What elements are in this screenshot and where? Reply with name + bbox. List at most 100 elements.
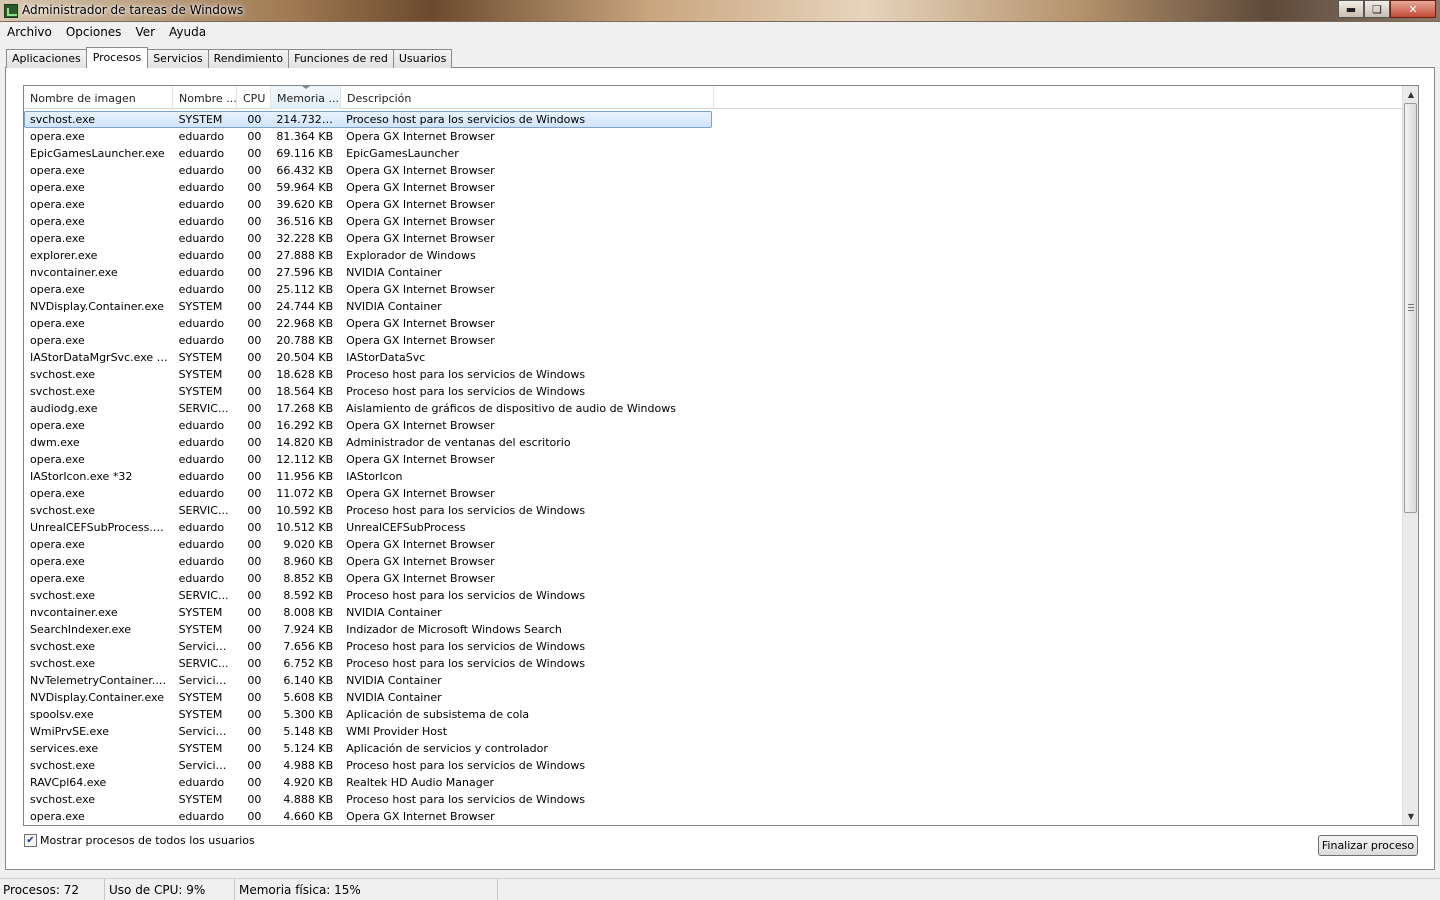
column-filler [714, 86, 1404, 109]
table-row[interactable]: IAStorIcon.exe *32 eduardo 00 11.956 KB IASt… [24, 468, 1404, 485]
table-row[interactable]: opera.exe eduardo 00 22.968 KB Opera GX Inte… [24, 315, 1404, 332]
cell-memory: 24.744 KB [276, 300, 334, 313]
process-list[interactable]: Nombre de imagen Nombre ... CPU Memoria … [23, 85, 1419, 826]
cell-cpu: 00 [247, 300, 262, 313]
table-row[interactable]: opera.exe eduardo 00 25.112 KB Opera GX Inte… [24, 281, 1404, 298]
cell-cpu: 00 [247, 351, 262, 364]
menu-ayuda[interactable]: Ayuda [162, 23, 213, 42]
cell-cpu: 00 [247, 793, 262, 806]
menu-ver[interactable]: Ver [128, 23, 162, 42]
table-row[interactable]: dwm.exe eduardo 00 14.820 KB Administrador d… [24, 434, 1404, 451]
table-row[interactable]: opera.exe eduardo 00 16.292 KB Opera GX Inte… [24, 417, 1404, 434]
column-description[interactable]: Descripción [341, 86, 714, 109]
cell-image-name: svchost.exe [30, 793, 96, 806]
table-row[interactable]: svchost.exe SYSTEM 00 214.732 KB Proceso hos… [24, 111, 1404, 128]
tab-usuarios[interactable]: Usuarios [392, 49, 453, 68]
cell-image-name: nvcontainer.exe [30, 606, 118, 619]
grip-icon [1408, 304, 1414, 311]
table-row[interactable]: opera.exe eduardo 00 20.788 KB Opera GX Inte… [24, 332, 1404, 349]
tab-funciones-de-red[interactable]: Funciones de red [288, 49, 394, 68]
table-row[interactable]: UnrealCEFSubProcess.exe eduardo 00 10.512 K… [24, 519, 1404, 536]
minimize-button[interactable]: ▬ [1338, 0, 1364, 18]
table-row[interactable]: svchost.exe SERVIC... 00 6.752 KB Proceso ho… [24, 655, 1404, 672]
tab-procesos[interactable]: Procesos [85, 47, 149, 68]
cell-memory: 7.656 KB [283, 640, 334, 653]
table-row[interactable]: explorer.exe eduardo 00 27.888 KB Explorador… [24, 247, 1404, 264]
cell-cpu: 00 [247, 198, 262, 211]
cell-cpu: 00 [247, 283, 262, 296]
cell-image-name: opera.exe [30, 283, 85, 296]
table-row[interactable]: opera.exe eduardo 00 59.964 KB Opera GX Inte… [24, 179, 1404, 196]
scrollbar-thumb[interactable] [1404, 103, 1417, 513]
row-cells: opera.exe eduardo 00 39.620 KB Opera GX Inte… [24, 196, 712, 213]
table-row[interactable]: opera.exe eduardo 00 66.432 KB Opera GX Inte… [24, 162, 1404, 179]
table-row[interactable]: services.exe SYSTEM 00 5.124 KB Aplicación d… [24, 740, 1404, 757]
cell-image-name: NVDisplay.Container.exe [30, 691, 164, 704]
table-row[interactable]: opera.exe eduardo 00 32.228 KB Opera GX Inte… [24, 230, 1404, 247]
cell-user-name: eduardo [178, 572, 225, 585]
table-row[interactable]: svchost.exe SYSTEM 00 18.628 KB Proceso host… [24, 366, 1404, 383]
column-user-name[interactable]: Nombre ... [173, 86, 237, 109]
table-row[interactable]: spoolsv.exe SYSTEM 00 5.300 KB Aplicación de… [24, 706, 1404, 723]
vertical-scrollbar[interactable]: ▲ ▼ [1402, 86, 1418, 825]
cell-memory: 39.620 KB [276, 198, 334, 211]
column-image-name[interactable]: Nombre de imagen [24, 86, 173, 109]
table-row[interactable]: svchost.exe SYSTEM 00 18.564 KB Proceso host… [24, 383, 1404, 400]
cell-user-name: eduardo [178, 266, 225, 279]
table-row[interactable]: EpicGamesLauncher.exe eduardo 00 69.116 KB E… [24, 145, 1404, 162]
scroll-down-arrow-icon[interactable]: ▼ [1403, 808, 1418, 825]
end-process-button[interactable]: Finalizar proceso [1318, 835, 1418, 856]
scroll-up-arrow-icon[interactable]: ▲ [1403, 86, 1418, 103]
table-row[interactable]: svchost.exe SERVIC... 00 10.592 KB Proceso h… [24, 502, 1404, 519]
table-row[interactable]: SearchIndexer.exe SYSTEM 00 7.924 KB Indizad… [24, 621, 1404, 638]
table-row[interactable]: NVDisplay.Container.exe SYSTEM 00 24.744 KB… [24, 298, 1404, 315]
maximize-button[interactable]: ❏ [1364, 0, 1390, 18]
close-button[interactable]: ✕ [1390, 0, 1436, 18]
table-row[interactable]: opera.exe eduardo 00 36.516 KB Opera GX Inte… [24, 213, 1404, 230]
cell-image-name: UnrealCEFSubProcess.exe [30, 521, 173, 534]
title-bar[interactable]: Administrador de tareas de Windows ▬ ❏ ✕ [0, 0, 1440, 22]
cell-memory: 22.968 KB [276, 317, 334, 330]
column-cpu[interactable]: CPU [237, 86, 271, 109]
row-cells: spoolsv.exe SYSTEM 00 5.300 KB Aplicación de… [24, 706, 712, 723]
row-cells: IAStorIcon.exe *32 eduardo 00 11.956 KB IASt… [24, 468, 712, 485]
cell-cpu: 00 [247, 589, 262, 602]
cell-user-name: SERVIC... [178, 657, 229, 670]
row-cells: svchost.exe SERVIC... 00 10.592 KB Proceso h… [24, 502, 712, 519]
table-row[interactable]: NVDisplay.Container.exe SYSTEM 00 5.608 KB N… [24, 689, 1404, 706]
table-row[interactable]: opera.exe eduardo 00 39.620 KB Opera GX Inte… [24, 196, 1404, 213]
table-row[interactable]: opera.exe eduardo 00 8.852 KB Opera GX Inter… [24, 570, 1404, 587]
table-row[interactable]: svchost.exe SERVIC... 00 8.592 KB Proceso ho… [24, 587, 1404, 604]
tab-servicios[interactable]: Servicios [147, 49, 209, 68]
show-all-users-option[interactable]: ✔ Mostrar procesos de todos los usuarios [24, 834, 255, 847]
table-row[interactable]: nvcontainer.exe SYSTEM 00 8.008 KB NVIDIA Co… [24, 604, 1404, 621]
cell-cpu: 00 [247, 725, 262, 738]
table-row[interactable]: nvcontainer.exe eduardo 00 27.596 KB NVIDIA … [24, 264, 1404, 281]
table-row[interactable]: NvTelemetryContainer.ex... Servicio... 00 6… [24, 672, 1404, 689]
table-row[interactable]: svchost.exe Servicio... 00 4.988 KB Proceso … [24, 757, 1404, 774]
table-row[interactable]: svchost.exe Servicio... 00 7.656 KB Proceso … [24, 638, 1404, 655]
cell-memory: 17.268 KB [276, 402, 334, 415]
menu-opciones[interactable]: Opciones [59, 23, 129, 42]
table-row[interactable]: opera.exe eduardo 00 12.112 KB Opera GX Inte… [24, 451, 1404, 468]
table-row[interactable]: opera.exe eduardo 00 9.020 KB Opera GX Inter… [24, 536, 1404, 553]
table-row[interactable]: WmiPrvSE.exe Servicio... 00 5.148 KB WMI Pro… [24, 723, 1404, 740]
tab-rendimiento[interactable]: Rendimiento [207, 49, 290, 68]
table-row[interactable]: RAVCpl64.exe eduardo 00 4.920 KB Realtek HD … [24, 774, 1404, 791]
tab-aplicaciones[interactable]: Aplicaciones [6, 49, 87, 68]
table-row[interactable]: IAStorDataMgrSvc.exe *32 SYSTEM 00 20.504 K… [24, 349, 1404, 366]
column-memory[interactable]: Memoria ... [271, 86, 341, 109]
table-row[interactable]: opera.exe eduardo 00 11.072 KB Opera GX Inte… [24, 485, 1404, 502]
cell-description: Proceso host para los servicios de Windo… [346, 657, 586, 670]
table-row[interactable]: svchost.exe SYSTEM 00 4.888 KB Proceso host … [24, 791, 1404, 808]
tab-strip: Aplicaciones Procesos Servicios Rendimie… [6, 47, 453, 68]
cell-description: Opera GX Internet Browser [346, 130, 495, 143]
menu-archivo[interactable]: Archivo [0, 23, 59, 42]
table-row[interactable]: audiodg.exe SERVIC... 00 17.268 KB Aislamien… [24, 400, 1404, 417]
cell-memory: 6.140 KB [283, 674, 334, 687]
cell-description: Opera GX Internet Browser [346, 555, 495, 568]
table-row[interactable]: opera.exe eduardo 00 81.364 KB Opera GX Inte… [24, 128, 1404, 145]
show-all-users-checkbox[interactable]: ✔ [24, 834, 37, 847]
table-row[interactable]: opera.exe eduardo 00 4.660 KB Opera GX Inter… [24, 808, 1404, 825]
table-row[interactable]: opera.exe eduardo 00 8.960 KB Opera GX Inter… [24, 553, 1404, 570]
